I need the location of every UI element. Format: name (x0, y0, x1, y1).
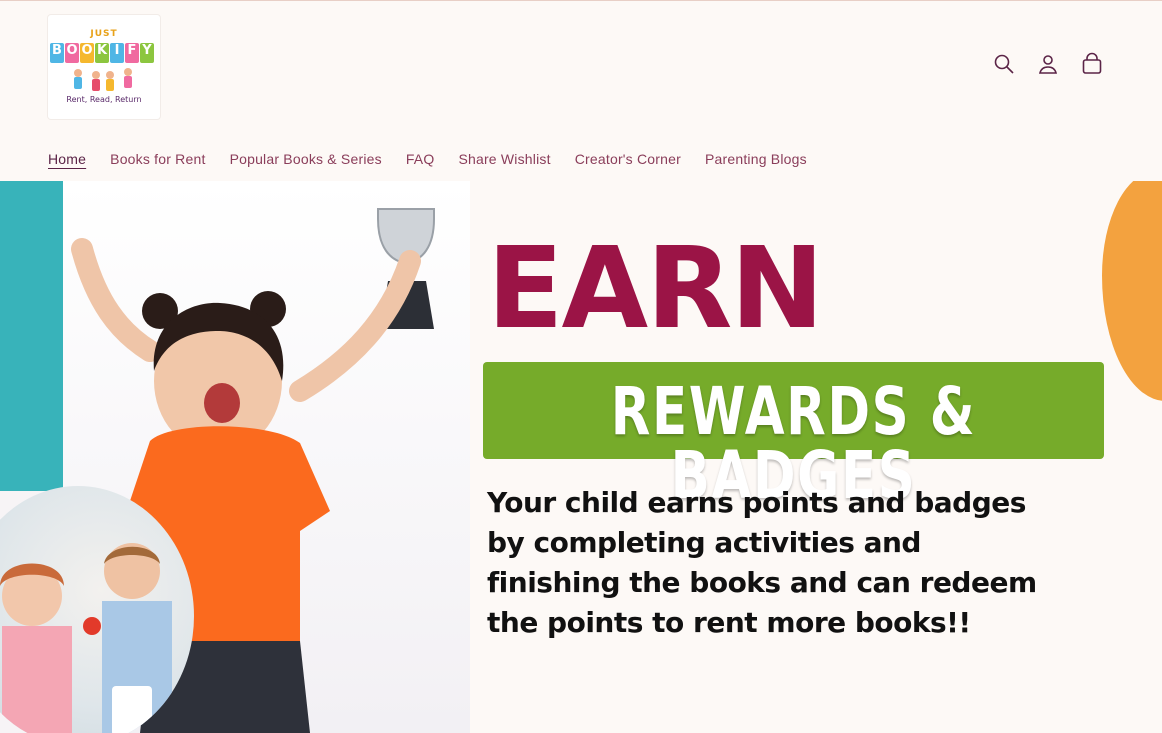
header-icons (992, 52, 1104, 76)
logo-just-text: JUST (90, 29, 118, 39)
nav-item-parenting-blogs[interactable]: Parenting Blogs (705, 150, 807, 168)
logo-tile: I (110, 43, 124, 63)
hero-photo (0, 181, 470, 733)
logo-tile: K (95, 43, 109, 63)
hero-banner[interactable]: EARN REWARDS & BADGES Your child earns p… (0, 181, 1162, 733)
nav-item-faq[interactable]: FAQ (406, 150, 435, 168)
logo-letter-tiles: B O O K I F Y (50, 43, 154, 63)
nav-item-popular-books-series[interactable]: Popular Books & Series (230, 150, 382, 168)
hero-headline: EARN (487, 224, 824, 354)
search-icon[interactable] (992, 52, 1016, 76)
logo-kids-illustration (74, 68, 132, 91)
logo-tagline: Rent, Read, Return (66, 95, 142, 104)
site-logo[interactable]: JUST B O O K I F Y Rent, Read, Return (48, 15, 160, 119)
nav-item-home[interactable]: Home (48, 150, 86, 168)
orange-decorative-shape (1102, 181, 1162, 401)
nav-item-creators-corner[interactable]: Creator's Corner (575, 150, 681, 168)
logo-tile: B (50, 43, 64, 63)
cart-icon[interactable] (1080, 52, 1104, 76)
logo-tile: F (125, 43, 139, 63)
site-header: JUST B O O K I F Y Rent, Read, Return Ho… (0, 0, 1162, 181)
logo-tile: Y (140, 43, 154, 63)
hero-subheadline-banner: REWARDS & BADGES (483, 362, 1104, 509)
nav-item-share-wishlist[interactable]: Share Wishlist (458, 150, 550, 168)
logo-tile: O (80, 43, 94, 63)
main-navigation: Home Books for Rent Popular Books & Seri… (48, 150, 831, 168)
hero-description: Your child earns points and badges by co… (487, 486, 1037, 639)
logo-tile: O (65, 43, 79, 63)
account-icon[interactable] (1036, 52, 1060, 76)
nav-item-books-for-rent[interactable]: Books for Rent (110, 150, 205, 168)
